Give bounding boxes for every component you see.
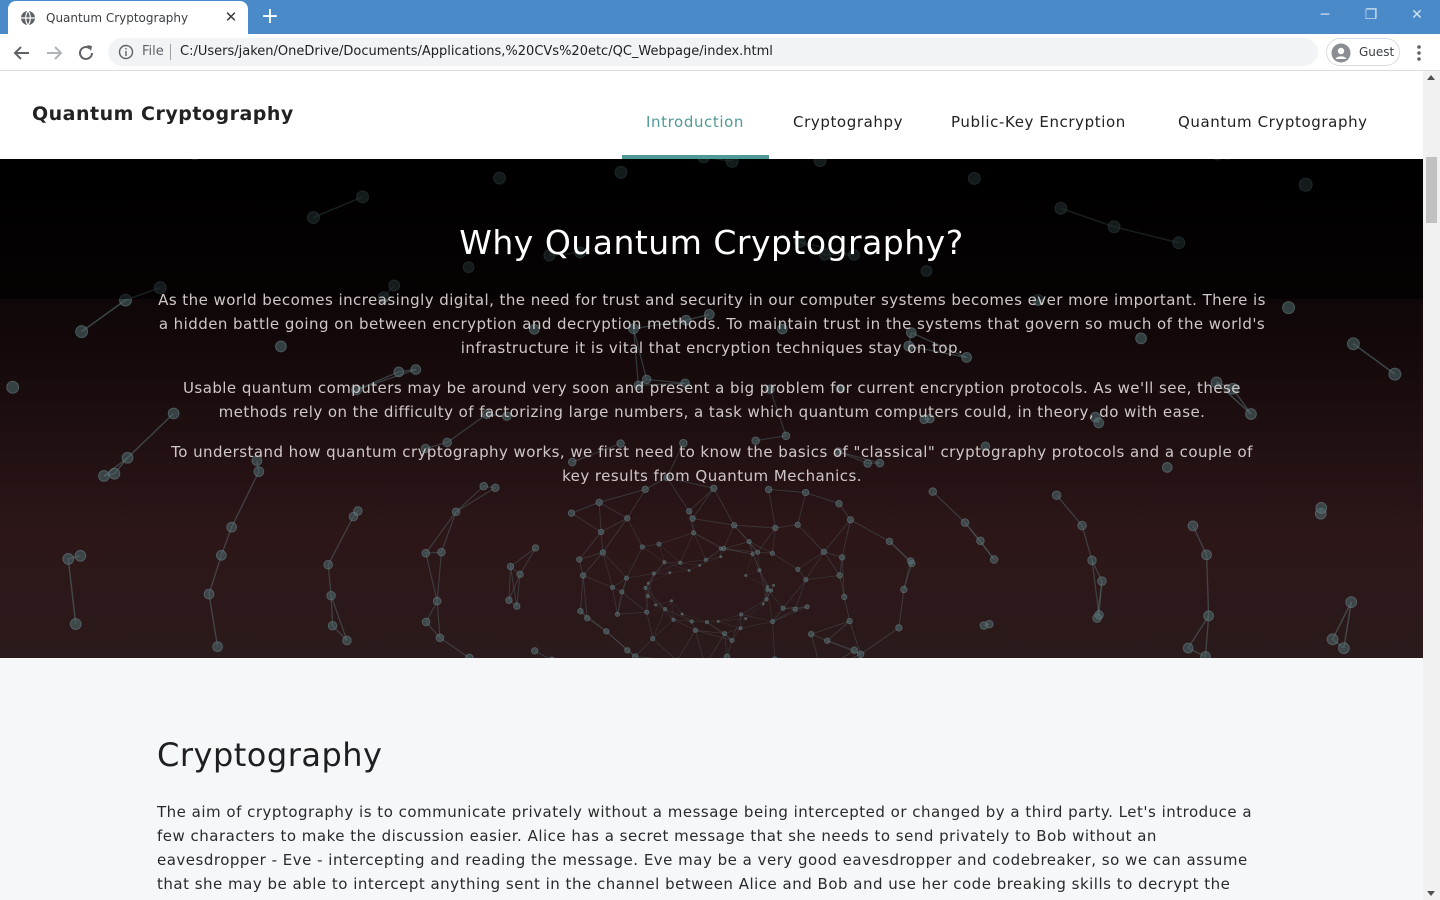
more-menu-icon[interactable] xyxy=(1410,41,1428,65)
close-tab-icon[interactable]: ✕ xyxy=(224,10,238,25)
profile-label: Guest xyxy=(1359,45,1395,59)
cryptography-section: Cryptography The aim of cryptography is … xyxy=(0,658,1423,900)
nav-link-introduction[interactable]: Introduction xyxy=(646,113,744,131)
hero-section: Why Quantum Cryptography? As the world b… xyxy=(0,159,1423,658)
section-heading: Cryptography xyxy=(157,736,383,774)
scroll-down-arrow-icon[interactable] xyxy=(1427,891,1435,896)
url-text[interactable]: C:/Users/jaken/OneDrive/Documents/Applic… xyxy=(180,44,773,59)
nav-link-cryptography[interactable]: Cryptograhpy xyxy=(793,113,903,131)
back-arrow-icon[interactable] xyxy=(10,41,34,65)
section-body: The aim of cryptography is to communicat… xyxy=(157,803,1253,893)
info-icon[interactable] xyxy=(118,44,134,60)
site-navbar: Quantum Cryptography Introduction Crypto… xyxy=(0,71,1423,159)
address-separator xyxy=(170,44,171,60)
browser-tab[interactable]: Quantum Cryptography ✕ xyxy=(8,1,248,34)
page-viewport: Quantum Cryptography Introduction Crypto… xyxy=(0,71,1423,900)
hero-paragraph-3: To understand how quantum cryptography w… xyxy=(171,443,1253,485)
page-scrollbar[interactable] xyxy=(1423,71,1440,900)
globe-icon xyxy=(21,10,35,25)
file-label: File xyxy=(142,44,164,59)
scroll-up-arrow-icon[interactable] xyxy=(1427,75,1435,80)
site-brand[interactable]: Quantum Cryptography xyxy=(32,103,294,125)
browser-tab-bar: Quantum Cryptography ✕ + ─ ❐ ✕ xyxy=(0,0,1440,34)
minimize-button[interactable]: ─ xyxy=(1302,4,1348,30)
close-window-button[interactable]: ✕ xyxy=(1394,4,1440,30)
hero-paragraph-1: As the world becomes increasingly digita… xyxy=(158,291,1266,357)
nav-link-public-key-encryption[interactable]: Public-Key Encryption xyxy=(951,113,1126,131)
address-bar[interactable]: File C:/Users/jaken/OneDrive/Documents/A… xyxy=(108,38,1318,66)
tab-title: Quantum Cryptography xyxy=(46,10,189,25)
forward-arrow-icon[interactable] xyxy=(42,41,66,65)
avatar-icon xyxy=(1331,43,1351,63)
nav-link-quantum-cryptography[interactable]: Quantum Cryptography xyxy=(1178,113,1368,131)
hero-title: Why Quantum Cryptography? xyxy=(459,223,964,262)
reload-icon[interactable] xyxy=(74,41,98,65)
new-tab-button[interactable]: + xyxy=(259,6,281,28)
hero-paragraph-2: Usable quantum computers may be around v… xyxy=(183,379,1241,421)
scrollbar-thumb[interactable] xyxy=(1426,157,1437,223)
restore-button[interactable]: ❐ xyxy=(1348,4,1394,30)
browser-toolbar: File C:/Users/jaken/OneDrive/Documents/A… xyxy=(0,34,1440,71)
profile-button[interactable]: Guest xyxy=(1326,38,1400,66)
